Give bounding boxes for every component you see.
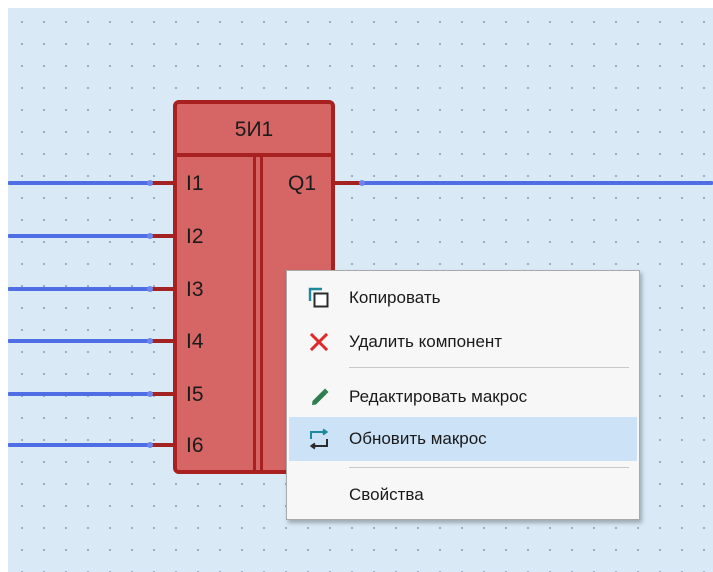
input-pin[interactable] <box>150 339 174 343</box>
wire-joint <box>147 180 153 186</box>
input-label-i1: I1 <box>186 172 204 195</box>
input-wire[interactable] <box>8 287 150 291</box>
menu-item-update-macro[interactable]: Обновить макрос <box>289 417 637 461</box>
menu-item-label: Обновить макрос <box>349 429 487 448</box>
input-pin[interactable] <box>150 392 174 396</box>
input-label-i3: I3 <box>186 278 204 301</box>
menu-item-copy[interactable]: Копировать <box>289 276 637 320</box>
component-title: 5И1 <box>177 104 331 157</box>
output-pin[interactable] <box>335 181 360 185</box>
menu-separator <box>349 467 629 468</box>
wire-joint <box>147 442 153 448</box>
block-divider <box>260 157 263 470</box>
output-wire[interactable] <box>360 181 713 185</box>
input-pin[interactable] <box>150 443 174 447</box>
wire-joint <box>359 180 365 186</box>
menu-item-delete-component[interactable]: Удалить компонент <box>289 320 637 364</box>
input-wire[interactable] <box>8 339 150 343</box>
close-icon <box>289 320 349 364</box>
menu-item-properties[interactable]: Свойства <box>289 473 637 517</box>
input-label-i5: I5 <box>186 383 204 406</box>
menu-item-label: Редактировать макрос <box>349 387 528 406</box>
input-wire[interactable] <box>8 234 150 238</box>
menu-item-label: Копировать <box>349 288 441 307</box>
input-label-i4: I4 <box>186 330 204 353</box>
copy-icon <box>289 276 349 320</box>
menu-item-label: Свойства <box>349 485 424 504</box>
block-divider <box>253 157 256 470</box>
wire-joint <box>147 391 153 397</box>
input-label-i6: I6 <box>186 434 204 457</box>
input-label-i2: I2 <box>186 225 204 248</box>
context-menu: Копировать Удалить компонент Редактирова… <box>286 270 640 520</box>
input-pin[interactable] <box>150 287 174 291</box>
menu-item-edit-macro[interactable]: Редактировать макрос <box>289 375 637 419</box>
input-wire[interactable] <box>8 443 150 447</box>
menu-separator <box>349 367 629 368</box>
refresh-icon <box>289 417 349 461</box>
input-wire[interactable] <box>8 392 150 396</box>
input-pin[interactable] <box>150 181 174 185</box>
wire-joint <box>147 338 153 344</box>
wire-joint <box>147 233 153 239</box>
wire-joint <box>147 286 153 292</box>
menu-item-label: Удалить компонент <box>349 332 503 351</box>
input-pin[interactable] <box>150 234 174 238</box>
pencil-icon <box>289 375 349 419</box>
output-label-q1: Q1 <box>288 172 317 195</box>
input-wire[interactable] <box>8 181 150 185</box>
